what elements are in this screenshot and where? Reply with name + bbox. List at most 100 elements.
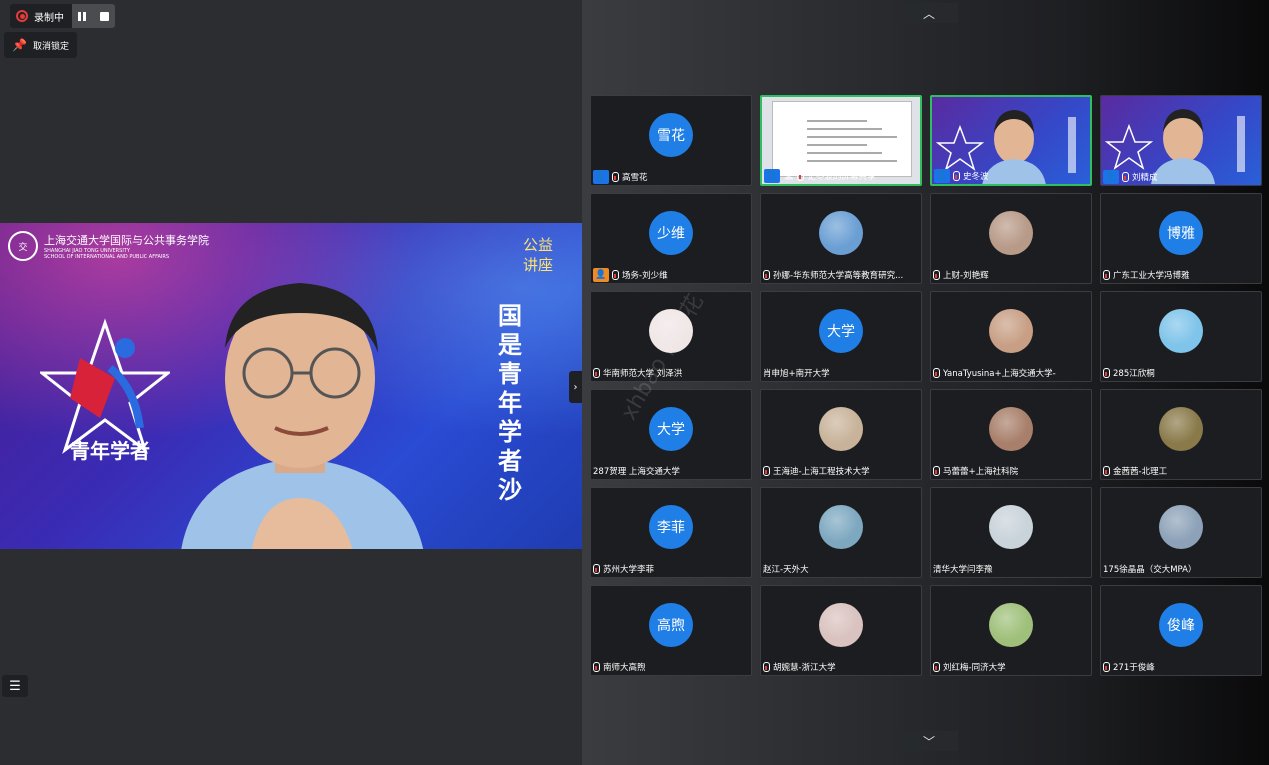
- recording-status: 录制中: [10, 4, 72, 28]
- avatar: [819, 505, 863, 549]
- document-line: [807, 128, 882, 130]
- avatar-area: [591, 292, 751, 370]
- avatar: [649, 309, 693, 353]
- participant-tile[interactable]: 少维 👤 场务-刘少维: [590, 193, 752, 284]
- participant-tile[interactable]: 大学 287贺理 上海交通大学: [590, 389, 752, 480]
- avatar-area: 少维: [591, 194, 751, 272]
- recording-controls: [72, 4, 115, 28]
- unpin-label: 取消锁定: [32, 41, 69, 52]
- mic-muted-icon: [763, 270, 770, 280]
- avatar: [989, 407, 1033, 451]
- participant-tile[interactable]: 刘红梅-同济大学: [930, 585, 1092, 676]
- participant-tile[interactable]: 俊峰 271于俊峰: [1100, 585, 1262, 676]
- participant-name-bar: 广东工业大学冯博雅: [1101, 267, 1261, 283]
- avatar-area: [1101, 390, 1261, 468]
- avatar-area: [1101, 292, 1261, 370]
- participant-tile[interactable]: YanaTyusina+上海交通大学-: [930, 291, 1092, 382]
- participant-tile[interactable]: 赵江-天外大: [760, 487, 922, 578]
- participant-name: 胡婉慧-浙江大学: [773, 663, 836, 673]
- avatar-area: [931, 586, 1091, 664]
- participant-name-bar: 287贺理 上海交通大学: [591, 463, 751, 479]
- participant-name: 清华大学闫李豫: [933, 565, 993, 575]
- participant-name-bar: 金茜茜-北理工: [1101, 463, 1261, 479]
- participant-tile[interactable]: 285江欣桐: [1100, 291, 1262, 382]
- role-badge-icon: 👤: [593, 170, 609, 184]
- role-badge-icon: 👤: [934, 169, 950, 183]
- participant-tile[interactable]: 金茜茜-北理工: [1100, 389, 1262, 480]
- participant-tile[interactable]: 👤 🖥 史冬波的屏幕共享: [760, 95, 922, 186]
- lecture-tag: 公益 讲座: [518, 235, 558, 275]
- participant-name: 广东工业大学冯博雅: [1113, 271, 1190, 281]
- participant-tile[interactable]: 👤 史冬波: [930, 95, 1092, 186]
- participant-name: 刘精成: [1132, 173, 1158, 183]
- participant-tile[interactable]: 👤 刘精成: [1100, 95, 1262, 186]
- avatar-area: [761, 488, 921, 566]
- avatar-area: [931, 390, 1091, 468]
- avatar-area: [761, 194, 921, 272]
- document-line: [807, 120, 867, 122]
- school-logo: 交 上海交通大学国际与公共事务学院 SHANGHAI JIAO TONG UNI…: [8, 231, 209, 261]
- mic-muted-icon: [933, 368, 940, 378]
- participant-name-bar: 孙娜-华东师范大学高等教育研究...: [761, 267, 921, 283]
- participant-tile[interactable]: 李菲 苏州大学李菲: [590, 487, 752, 578]
- participant-list-button[interactable]: ☰: [2, 675, 28, 697]
- role-badge-icon: 👤: [764, 169, 780, 183]
- participant-name-bar: 刘红梅-同济大学: [931, 659, 1091, 675]
- participant-name: 孙娜-华东师范大学高等教育研究...: [773, 271, 904, 281]
- document-line: [807, 160, 897, 162]
- participant-tile[interactable]: 清华大学闫李豫: [930, 487, 1092, 578]
- stop-icon[interactable]: [100, 11, 109, 21]
- participant-tile[interactable]: 马蕾蕾+上海社科院: [930, 389, 1092, 480]
- role-badge-icon: 👤: [593, 268, 609, 282]
- participant-tile[interactable]: 华南师范大学 刘泽洪: [590, 291, 752, 382]
- participant-tile[interactable]: 大学 肖申旭+南开大学: [760, 291, 922, 382]
- mic-muted-icon: [1103, 466, 1110, 476]
- participant-name-bar: 胡婉慧-浙江大学: [761, 659, 921, 675]
- avatar-area: 大学: [761, 292, 921, 370]
- participant-name-bar: 苏州大学李菲: [591, 561, 751, 577]
- participant-tile[interactable]: 王海迪-上海工程技术大学: [760, 389, 922, 480]
- mic-muted-icon: [593, 564, 600, 574]
- participant-tile[interactable]: 博雅 广东工业大学冯博雅: [1100, 193, 1262, 284]
- participant-name: 肖申旭+南开大学: [763, 369, 830, 379]
- participant-name-bar: 285江欣桐: [1101, 365, 1261, 381]
- chevron-down-icon: ﹀: [922, 734, 935, 749]
- participant-name: 金茜茜-北理工: [1113, 467, 1168, 477]
- avatar-area: 高煦: [591, 586, 751, 664]
- mic-muted-icon: [933, 466, 940, 476]
- participant-tile[interactable]: 孙娜-华东师范大学高等教育研究...: [760, 193, 922, 284]
- pause-icon[interactable]: [78, 11, 86, 21]
- participant-tile[interactable]: 上财-刘艳辉: [930, 193, 1092, 284]
- avatar-area: [761, 390, 921, 468]
- avatar: [989, 505, 1033, 549]
- document-line: [807, 144, 867, 146]
- participant-name-bar: 王海迪-上海工程技术大学: [761, 463, 921, 479]
- avatar-area: [761, 586, 921, 664]
- participant-tile[interactable]: 胡婉慧-浙江大学: [760, 585, 922, 676]
- avatar: [1159, 505, 1203, 549]
- participant-name-bar: 华南师范大学 刘泽洪: [591, 365, 751, 381]
- avatar-area: [931, 194, 1091, 272]
- unpin-button[interactable]: 📌 取消锁定: [4, 32, 77, 58]
- avatar-area: [1101, 488, 1261, 566]
- participant-tile[interactable]: 雪花 👤 高雪花: [590, 95, 752, 186]
- collapse-gallery-button[interactable]: ›: [569, 371, 582, 403]
- participant-name: 赵江-天外大: [763, 565, 809, 575]
- page-up-button[interactable]: ︿: [900, 3, 958, 23]
- speaker-person: [181, 283, 424, 549]
- mic-muted-icon: [953, 171, 960, 181]
- avatar: 大学: [649, 407, 693, 451]
- avatar-area: 雪花: [591, 96, 751, 174]
- document-line: [807, 152, 882, 154]
- participant-name: 华南师范大学 刘泽洪: [603, 369, 683, 379]
- avatar-area: 大学: [591, 390, 751, 468]
- participant-tile[interactable]: 高煦 南师大高煦: [590, 585, 752, 676]
- page-down-button[interactable]: ﹀: [900, 731, 958, 751]
- speaker-video[interactable]: 交 上海交通大学国际与公共事务学院 SHANGHAI JIAO TONG UNI…: [0, 223, 582, 549]
- participant-name: 场务-刘少维: [622, 271, 668, 281]
- school-name-cn: 上海交通大学国际与公共事务学院: [44, 234, 209, 247]
- avatar-area: 博雅: [1101, 194, 1261, 272]
- participant-tile[interactable]: 175徐晶晶（交大MPA）: [1100, 487, 1262, 578]
- mic-muted-icon: [1103, 270, 1110, 280]
- mic-muted-icon: [933, 662, 940, 672]
